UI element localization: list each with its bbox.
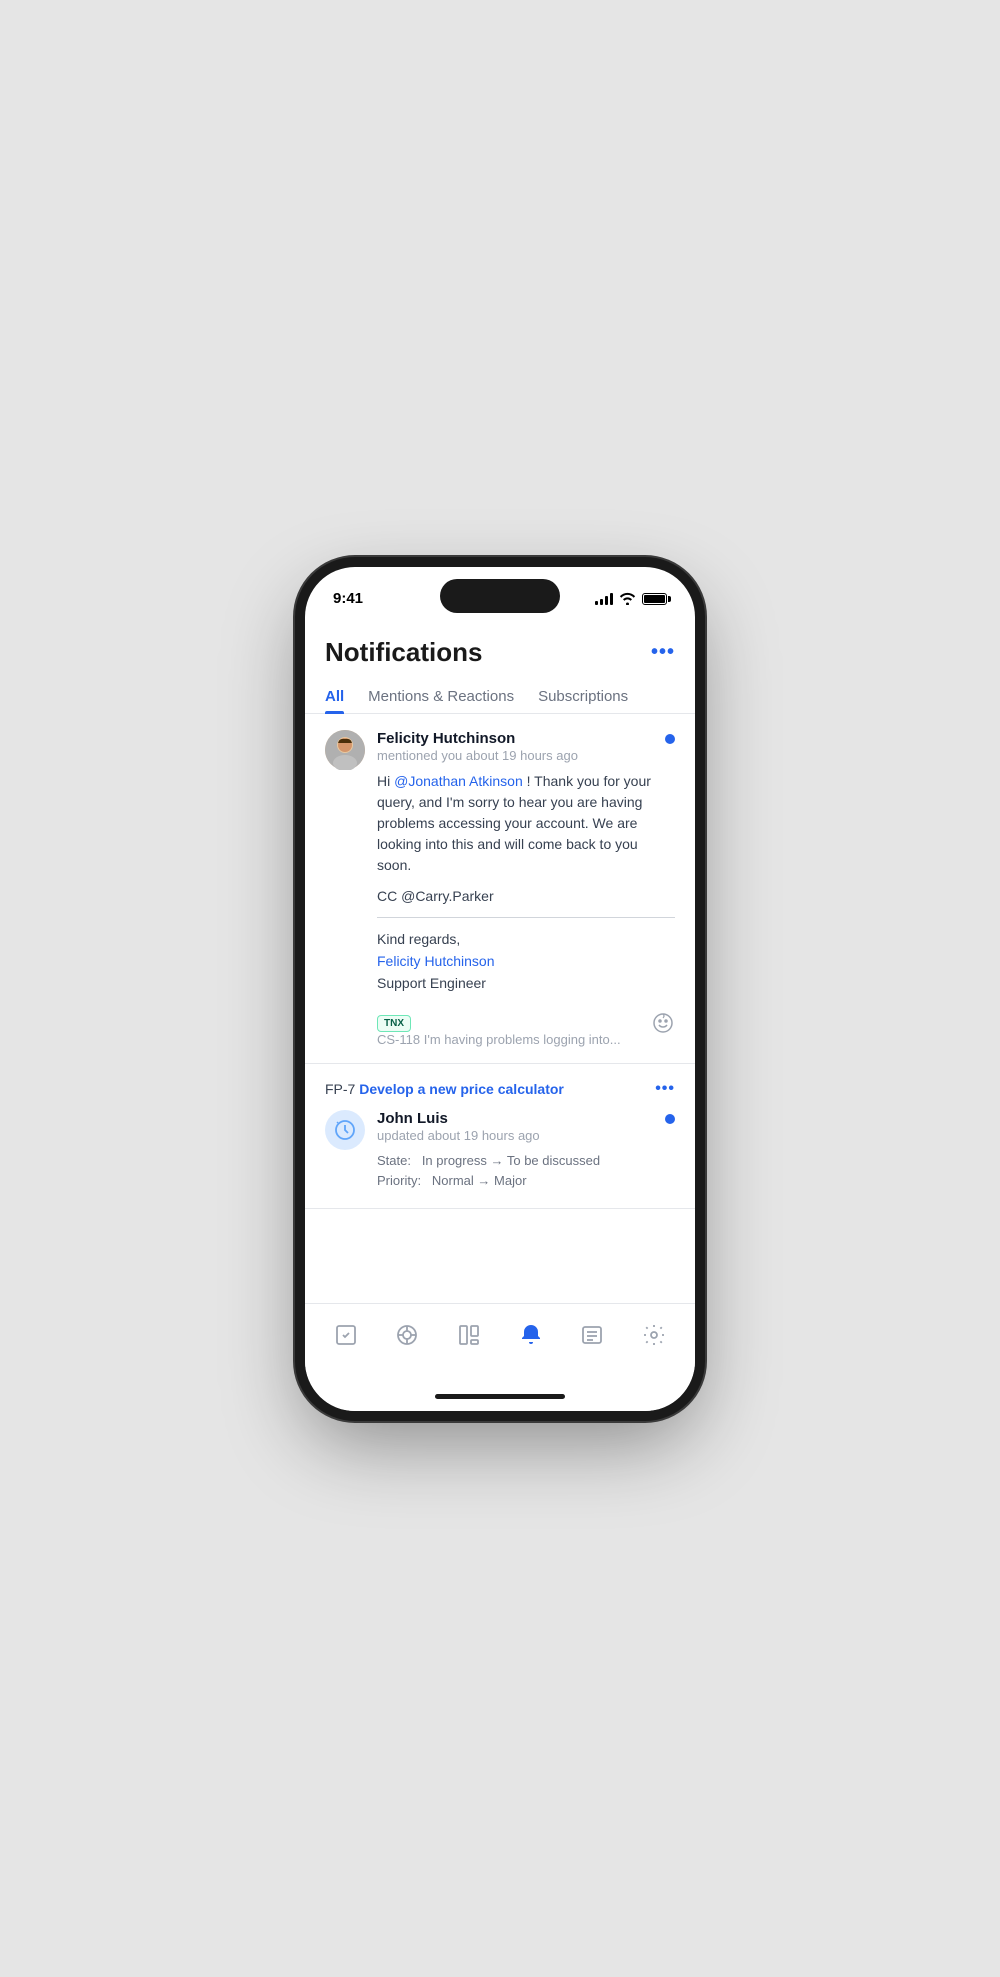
- notification-time: mentioned you about 19 hours ago: [377, 748, 675, 763]
- list-icon: [580, 1323, 604, 1347]
- notification-time-2: updated about 19 hours ago: [377, 1128, 675, 1143]
- notification-body-2: John Luis updated about 19 hours ago Sta…: [377, 1110, 675, 1193]
- app-content: Notifications ••• All Mentions & Reactio…: [305, 617, 695, 1303]
- avatar-image: [325, 730, 365, 770]
- notification-body: Felicity Hutchinson mentioned you about …: [377, 730, 675, 1047]
- page-title: Notifications: [325, 637, 482, 668]
- notification-section-2: FP-7 Develop a new price calculator •••: [305, 1064, 695, 1210]
- avatar-icon: [325, 1110, 365, 1150]
- notification-message: Hi @Jonathan Atkinson ! Thank you for yo…: [377, 771, 675, 876]
- tasks-icon: [334, 1323, 358, 1347]
- nav-notifications[interactable]: [509, 1315, 553, 1355]
- signature-name: Felicity Hutchinson: [377, 953, 495, 969]
- nav-settings[interactable]: [632, 1315, 676, 1355]
- clock-icon: [333, 1118, 357, 1142]
- avatar: [325, 730, 365, 770]
- unread-indicator: [665, 734, 675, 744]
- signer-title: Support Engineer: [377, 975, 486, 991]
- bottom-nav: [305, 1303, 695, 1383]
- tabs-bar: All Mentions & Reactions Subscriptions: [305, 680, 695, 714]
- attachment-preview: CS-118 I'm having problems logging into.…: [377, 1032, 621, 1047]
- tab-subscriptions[interactable]: Subscriptions: [538, 680, 628, 713]
- more-options-button[interactable]: •••: [651, 641, 675, 664]
- home-bar: [435, 1394, 565, 1399]
- nav-tasks[interactable]: [324, 1315, 368, 1355]
- signal-icon: [595, 593, 613, 605]
- notification-row: Felicity Hutchinson mentioned you about …: [325, 730, 675, 1047]
- bell-icon: [519, 1323, 543, 1347]
- settings-icon: [642, 1323, 666, 1347]
- notification-item-1: Felicity Hutchinson mentioned you about …: [305, 714, 695, 1064]
- page-header: Notifications •••: [305, 617, 695, 680]
- tab-all[interactable]: All: [325, 680, 344, 713]
- board-icon: [457, 1323, 481, 1347]
- notification-author-2: John Luis: [377, 1110, 675, 1127]
- home-indicator: [305, 1383, 695, 1411]
- cc-line: CC @Carry.Parker: [377, 886, 675, 907]
- unread-indicator-2: [665, 1114, 675, 1124]
- section-ticket-id: FP-7 Develop a new price calculator: [325, 1081, 564, 1097]
- nav-list[interactable]: [570, 1315, 614, 1355]
- section-more-button[interactable]: •••: [655, 1080, 675, 1098]
- section-header: FP-7 Develop a new price calculator •••: [325, 1080, 675, 1098]
- attachment-badge: TNX: [377, 1015, 411, 1032]
- nav-board[interactable]: [447, 1315, 491, 1355]
- state-change: State: In progress → To be discussed Pri…: [377, 1151, 675, 1193]
- dynamic-island: [440, 579, 560, 613]
- status-time: 9:41: [333, 590, 363, 607]
- wifi-icon: [619, 592, 636, 605]
- nav-support[interactable]: [385, 1315, 429, 1355]
- notification-row-2: John Luis updated about 19 hours ago Sta…: [325, 1110, 675, 1193]
- status-icons: [595, 592, 667, 605]
- mention-link[interactable]: @Jonathan Atkinson: [394, 773, 523, 789]
- notification-author: Felicity Hutchinson: [377, 730, 675, 747]
- emoji-button[interactable]: [651, 1011, 675, 1041]
- support-icon: [395, 1323, 419, 1347]
- ticket-link[interactable]: Develop a new price calculator: [359, 1081, 564, 1097]
- phone-frame: 9:41 Notifications ••• All Mentions: [305, 567, 695, 1411]
- signature-block: Kind regards, Felicity Hutchinson Suppor…: [377, 928, 675, 995]
- divider: [377, 917, 675, 918]
- battery-icon: [642, 593, 667, 605]
- attachment-row: TNX CS-118 I'm having problems logging i…: [377, 1005, 675, 1047]
- tab-mentions[interactable]: Mentions & Reactions: [368, 680, 514, 713]
